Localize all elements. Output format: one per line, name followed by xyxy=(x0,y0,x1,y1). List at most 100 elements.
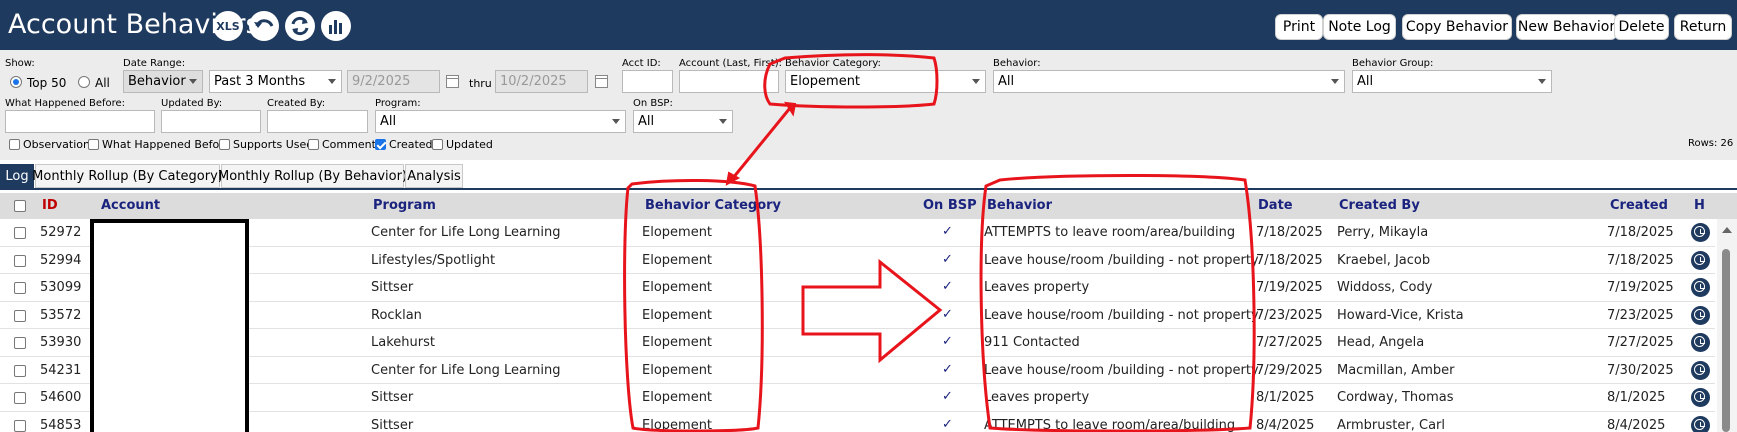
refresh-icon[interactable] xyxy=(285,11,315,41)
behavior-category-value: Elopement xyxy=(790,74,861,89)
date-preset-select[interactable]: Past 3 Months xyxy=(209,70,342,93)
tab-monthly-rollup-behavior[interactable]: Monthly Rollup (By Behavior) xyxy=(218,164,407,188)
history-clock-icon[interactable] xyxy=(1691,388,1710,407)
updated-label: Updated xyxy=(446,138,493,151)
col-date[interactable]: Date xyxy=(1258,198,1293,213)
history-clock-icon[interactable] xyxy=(1691,223,1710,242)
updated-by-input[interactable] xyxy=(161,110,261,133)
program-select[interactable]: All xyxy=(375,110,626,133)
scroll-thumb[interactable] xyxy=(1722,249,1730,432)
history-clock-icon[interactable] xyxy=(1691,250,1710,270)
row-checkbox[interactable] xyxy=(14,227,26,239)
table-row[interactable]: 53572 Rocklan Elopement ✓ Leave house/room /… xyxy=(0,301,1715,329)
table-row[interactable]: 53930 Lakehurst Elopement ✓ 911 Contacted 7/2… xyxy=(0,329,1715,357)
history-clock-icon[interactable] xyxy=(1691,415,1710,432)
col-h[interactable]: H xyxy=(1694,198,1705,213)
created-checkbox[interactable] xyxy=(375,139,386,150)
row-checkbox[interactable] xyxy=(14,419,26,432)
on-bsp-select[interactable]: All xyxy=(633,110,733,133)
updated-checkbox[interactable] xyxy=(432,139,443,150)
date-to-input[interactable]: 10/2/2025 xyxy=(495,70,588,93)
tab-analysis[interactable]: Analysis xyxy=(405,164,463,188)
col-behavior-category[interactable]: Behavior Category xyxy=(645,198,781,213)
cell-behavior-category: Elopement xyxy=(642,280,713,295)
chart-icon[interactable] xyxy=(321,11,351,41)
behavior-category-select[interactable]: Elopement xyxy=(785,70,986,93)
row-checkbox[interactable] xyxy=(14,392,26,404)
copy-behavior-button[interactable]: Copy Behavior xyxy=(1402,14,1512,40)
tab-log[interactable]: Log xyxy=(0,164,34,188)
top50-radio[interactable] xyxy=(10,76,22,88)
table-row[interactable]: 52972 Center for Life Long Learning Elopem… xyxy=(0,219,1715,247)
col-created[interactable]: Created xyxy=(1610,198,1668,213)
comment-checkbox[interactable] xyxy=(308,139,319,150)
print-button[interactable]: Print xyxy=(1275,14,1323,40)
table-row[interactable]: 53099 Sittser Elopement ✓ Leaves property 7/1… xyxy=(0,274,1715,302)
scroll-up-arrow-icon[interactable] xyxy=(1722,227,1732,233)
row-checkbox[interactable] xyxy=(14,254,26,267)
on-bsp-check-icon: ✓ xyxy=(942,333,953,348)
cell-created: 7/19/2025 xyxy=(1607,280,1674,295)
on-bsp-check-icon: ✓ xyxy=(942,388,953,403)
cell-created-by: Howard-Vice, Krista xyxy=(1337,307,1464,323)
cell-program: Lakehurst xyxy=(371,335,435,350)
xls-icon[interactable]: XLS xyxy=(213,11,243,41)
history-clock-icon[interactable] xyxy=(1691,360,1710,380)
col-created-by[interactable]: Created By xyxy=(1339,198,1420,213)
tab-monthly-rollup-category[interactable]: Monthly Rollup (By Category) xyxy=(32,164,223,188)
col-behavior[interactable]: Behavior xyxy=(987,198,1052,213)
date-from-input[interactable]: 9/2/2025 xyxy=(347,70,440,93)
cell-behavior: 911 Contacted xyxy=(984,335,1080,350)
observation-checkbox[interactable] xyxy=(9,139,20,150)
history-clock-icon[interactable] xyxy=(1691,333,1710,352)
table-row[interactable]: 54600 Sittser Elopement ✓ Leaves property 8/1… xyxy=(0,384,1715,412)
select-all-checkbox[interactable] xyxy=(14,200,26,212)
row-checkbox[interactable] xyxy=(14,364,26,377)
cell-behavior: Leaves property xyxy=(984,390,1090,405)
cell-date: 7/27/2025 xyxy=(1256,335,1323,350)
supports-used-checkbox[interactable] xyxy=(219,139,230,150)
on-bsp-check-icon: ✓ xyxy=(942,250,953,266)
cell-program: Lifestyles/Spotlight xyxy=(371,252,496,268)
table-row[interactable]: 54853 Sittser Elopement ✓ ATTEMPTS to leave … xyxy=(0,411,1715,432)
row-checkbox[interactable] xyxy=(14,309,26,322)
all-radio[interactable] xyxy=(78,76,90,88)
account-input[interactable] xyxy=(679,70,779,93)
cell-created: 7/18/2025 xyxy=(1607,252,1674,268)
behavior-group-select[interactable]: All xyxy=(1352,70,1552,93)
col-id[interactable]: ID xyxy=(42,198,58,213)
table-row[interactable]: 54231 Center for Life Long Learning Elopem… xyxy=(0,356,1715,384)
what-happened-checkbox[interactable] xyxy=(88,139,99,150)
acct-id-input[interactable] xyxy=(622,70,673,93)
cell-behavior: Leave house/room /building - not propert… xyxy=(984,362,1259,378)
behavior-select[interactable]: All xyxy=(993,70,1345,93)
cell-program: Center for Life Long Learning xyxy=(371,362,561,378)
show-label: Show: xyxy=(5,58,35,69)
what-happened-input[interactable] xyxy=(5,110,155,133)
history-clock-icon[interactable] xyxy=(1691,305,1710,325)
undo-icon[interactable] xyxy=(249,11,279,41)
cell-date: 7/29/2025 xyxy=(1256,362,1323,378)
cell-date: 7/23/2025 xyxy=(1256,307,1323,323)
observation-label: Observation xyxy=(23,138,90,151)
created-label: Created xyxy=(389,138,433,151)
date-range-label: Date Range: xyxy=(123,58,186,69)
vertical-scrollbar[interactable] xyxy=(1717,219,1737,432)
table-row[interactable]: 52994 Lifestyles/Spotlight Elopement ✓ Leave… xyxy=(0,246,1715,274)
on-bsp-label: On BSP: xyxy=(633,98,673,109)
behavior-label: Behavior: xyxy=(993,58,1041,69)
row-checkbox[interactable] xyxy=(14,282,26,294)
col-account[interactable]: Account xyxy=(101,198,160,213)
col-program[interactable]: Program xyxy=(373,198,436,213)
note-log-button[interactable]: Note Log xyxy=(1323,14,1396,40)
created-by-input[interactable] xyxy=(267,110,368,133)
date-type-select[interactable]: Behavior xyxy=(123,70,203,93)
return-button[interactable]: Return xyxy=(1674,14,1732,40)
new-behavior-button[interactable]: New Behavior xyxy=(1516,14,1617,40)
history-clock-icon[interactable] xyxy=(1691,278,1710,297)
row-checkbox[interactable] xyxy=(14,337,26,349)
calendar-icon[interactable] xyxy=(595,75,608,88)
calendar-icon[interactable] xyxy=(446,75,459,88)
col-on-bsp[interactable]: On BSP xyxy=(923,198,977,213)
delete-button[interactable]: Delete xyxy=(1614,14,1669,40)
